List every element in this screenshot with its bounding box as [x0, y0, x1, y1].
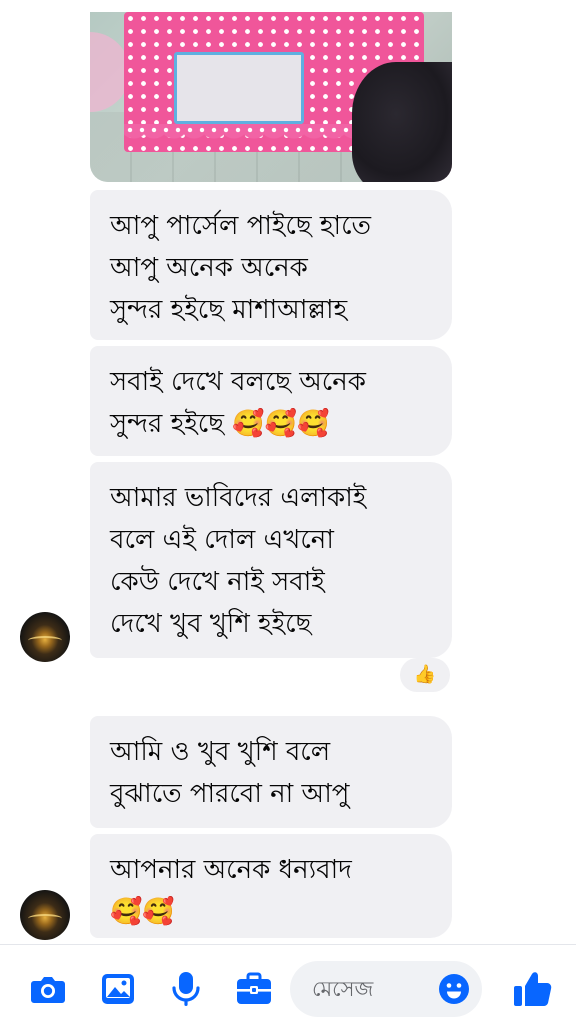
message-bubble[interactable]: আমি ও খুব খুশি বলে বুঝাতে পারবো না আপু [90, 716, 452, 828]
sender-avatar[interactable] [20, 890, 70, 940]
message-composer [0, 944, 576, 1036]
smiley-icon[interactable] [438, 973, 470, 1005]
gallery-button[interactable] [96, 967, 140, 1011]
message-bubble[interactable]: আপনার অনেক ধন্যবাদ 🥰🥰 [90, 834, 452, 938]
camera-icon [31, 977, 65, 1003]
message-bubble[interactable]: সবাই দেখে বলছে অনেক সুন্দর হইছে 🥰🥰🥰 [90, 346, 452, 456]
message-bubble[interactable]: আপু পার্সেল পাইছে হাতে আপু অনেক অনেক সুন… [90, 190, 452, 340]
like-button[interactable] [508, 965, 556, 1013]
reaction-badge[interactable]: 👍 [400, 658, 450, 692]
conversation: আপু পার্সেল পাইছে হাতে আপু অনেক অনেক সুন… [0, 0, 576, 944]
photo-dark-cloth [352, 62, 452, 182]
thumbs-up-reaction-icon: 👍 [413, 664, 437, 685]
gallery-icon [102, 974, 134, 1004]
message-bubble[interactable]: আমার ভাবিদের এলাকাই বলে এই দোল এখনো কেউ … [90, 462, 452, 658]
voice-button[interactable] [164, 967, 208, 1011]
camera-button[interactable] [26, 967, 70, 1011]
microphone-icon [172, 972, 200, 1006]
briefcase-icon [237, 972, 271, 1004]
thumbs-up-icon [514, 972, 552, 1006]
business-tools-button[interactable] [232, 967, 276, 1011]
photo-cradle-window [174, 52, 304, 124]
message-input-container [290, 961, 482, 1017]
shared-photo[interactable] [90, 12, 452, 182]
message-input[interactable] [290, 961, 440, 1017]
sender-avatar[interactable] [20, 612, 70, 662]
